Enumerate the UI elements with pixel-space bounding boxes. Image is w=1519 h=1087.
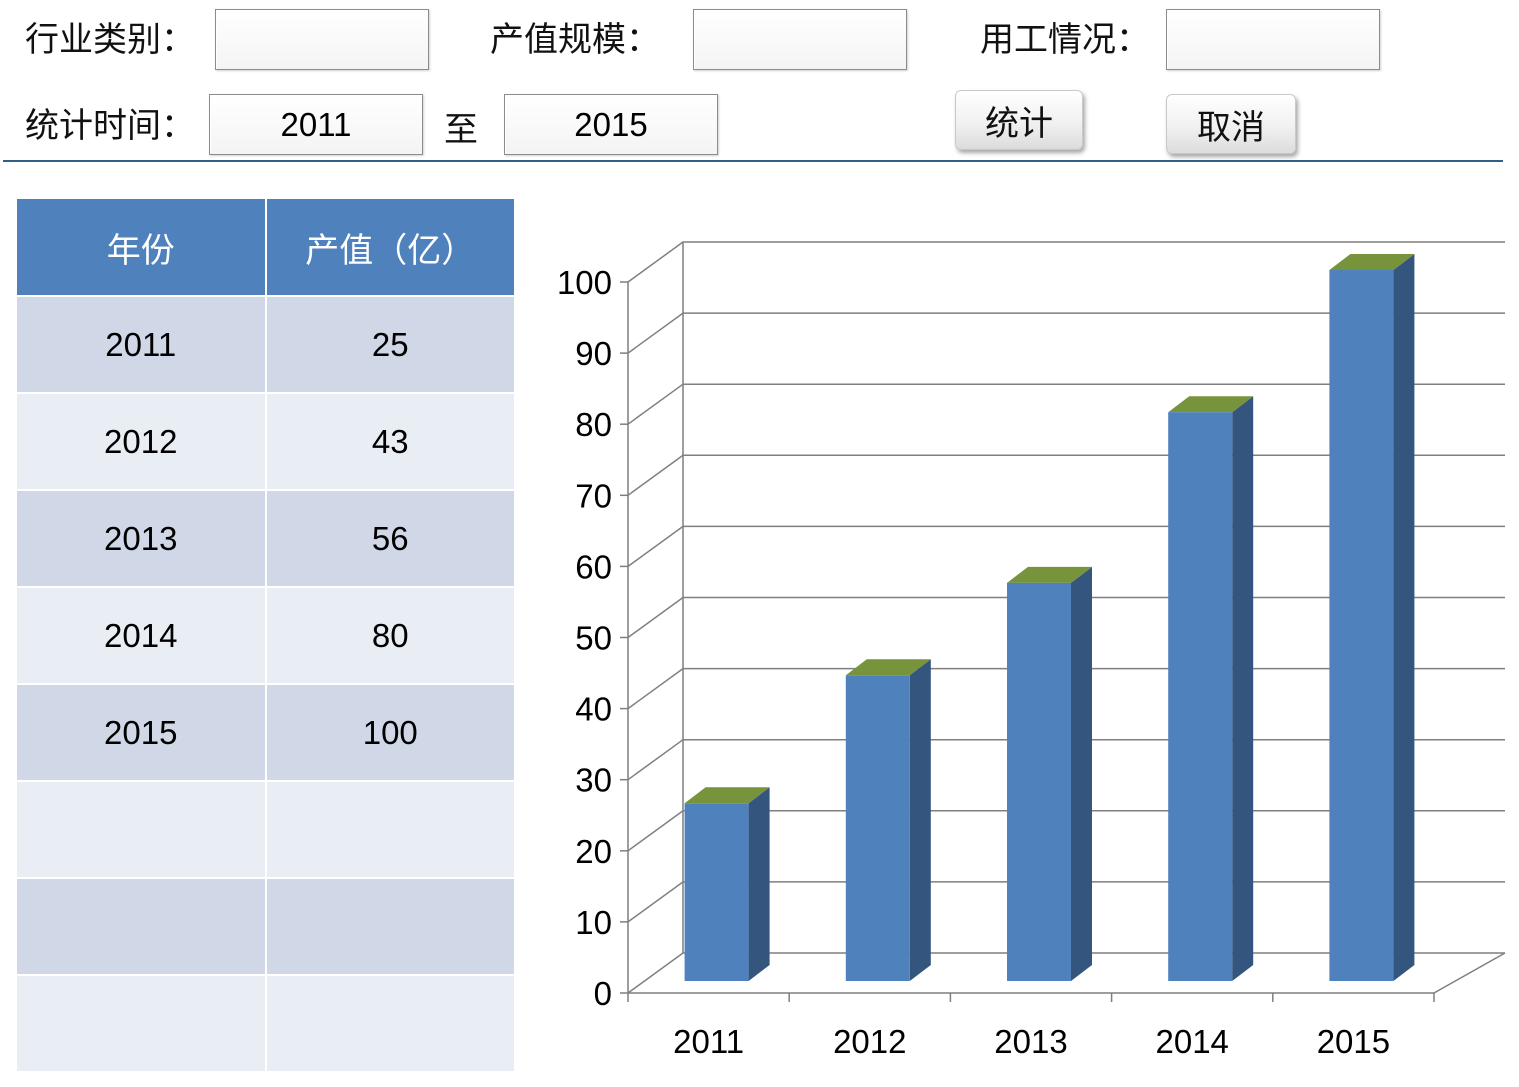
output-cell: 56 xyxy=(264,489,516,588)
year-cell: 2015 xyxy=(15,683,267,782)
period-start-input[interactable]: 2011 xyxy=(209,94,423,155)
bar-side xyxy=(1232,396,1254,981)
y-tick-label: 10 xyxy=(575,904,612,941)
stats-button[interactable]: 统计 xyxy=(955,90,1083,150)
table-row: 2011 25 xyxy=(15,295,516,394)
output-table: 年份 产值（亿） 2011 25 2012 43 2013 56 2014 80… xyxy=(15,197,516,1073)
floor-edge xyxy=(1433,952,1506,994)
employment-input[interactable] xyxy=(1166,9,1380,70)
column-header-output: 产值（亿） xyxy=(264,197,516,297)
y-tick-label: 50 xyxy=(575,620,612,657)
x-tick-label: 2013 xyxy=(994,1023,1067,1060)
x-tick-label: 2011 xyxy=(673,1023,744,1060)
y-tick-label: 20 xyxy=(575,833,612,870)
industry-input[interactable] xyxy=(215,9,429,70)
output-cell: 80 xyxy=(264,586,516,685)
period-label: 统计时间： xyxy=(25,106,195,146)
y-tick-label: 100 xyxy=(557,264,612,301)
year-cell: 2011 xyxy=(15,295,267,394)
bar xyxy=(684,803,749,981)
table-row xyxy=(15,780,516,879)
year-cell: 2012 xyxy=(15,392,267,491)
bar-side xyxy=(748,787,770,981)
bar-side xyxy=(909,659,931,981)
output-cell: 100 xyxy=(264,683,516,782)
year-cell: 2014 xyxy=(15,586,267,685)
bar xyxy=(1007,582,1071,981)
x-tick-label: 2015 xyxy=(1317,1023,1390,1060)
y-tick-label: 80 xyxy=(575,406,612,443)
output-cell xyxy=(264,780,516,879)
output-cell xyxy=(264,877,516,976)
scale-label: 产值规模： xyxy=(490,20,660,60)
table-row xyxy=(15,974,516,1073)
bar xyxy=(1329,270,1394,981)
table-row: 2012 43 xyxy=(15,392,516,491)
cancel-button[interactable]: 取消 xyxy=(1166,94,1296,154)
y-tick-label: 0 xyxy=(594,975,612,1012)
y-tick-label: 60 xyxy=(575,548,612,585)
period-end-input[interactable]: 2015 xyxy=(504,94,718,155)
chart-bars xyxy=(684,254,1415,981)
output-bar-chart: 0 10 20 30 40 50 60 70 80 90 100 2011 2012 2013 2014 20… xyxy=(557,241,1506,1060)
table-row: 2015 100 xyxy=(15,683,516,782)
industry-label: 行业类别： xyxy=(25,20,195,60)
table-row xyxy=(15,877,516,976)
period-to-label: 至 xyxy=(444,110,478,150)
output-cell: 25 xyxy=(264,295,516,394)
employment-label: 用工情况： xyxy=(980,20,1150,60)
bar-side xyxy=(1071,566,1092,981)
y-tick-label: 90 xyxy=(575,335,612,372)
chart-labels: 0 10 20 30 40 50 60 70 80 90 100 2011 2012 2013 2014 20… xyxy=(557,264,1390,1060)
table-row: 2013 56 xyxy=(15,489,516,588)
table-row: 2014 80 xyxy=(15,586,516,685)
bar xyxy=(845,675,910,981)
bar-side xyxy=(1393,254,1415,981)
y-tick-label: 70 xyxy=(575,477,612,514)
output-cell: 43 xyxy=(264,392,516,491)
output-cell xyxy=(264,974,516,1073)
scale-input[interactable] xyxy=(693,9,907,70)
header-divider xyxy=(3,160,1503,162)
year-cell xyxy=(15,780,267,879)
bar xyxy=(1168,412,1233,981)
y-tick-label: 40 xyxy=(575,691,612,728)
year-cell xyxy=(15,877,267,976)
year-cell: 2013 xyxy=(15,489,267,588)
column-header-year: 年份 xyxy=(15,197,267,297)
x-tick-label: 2012 xyxy=(833,1023,906,1060)
year-cell xyxy=(15,974,267,1073)
y-tick-label: 30 xyxy=(575,762,612,799)
x-tick-label: 2014 xyxy=(1155,1023,1228,1060)
